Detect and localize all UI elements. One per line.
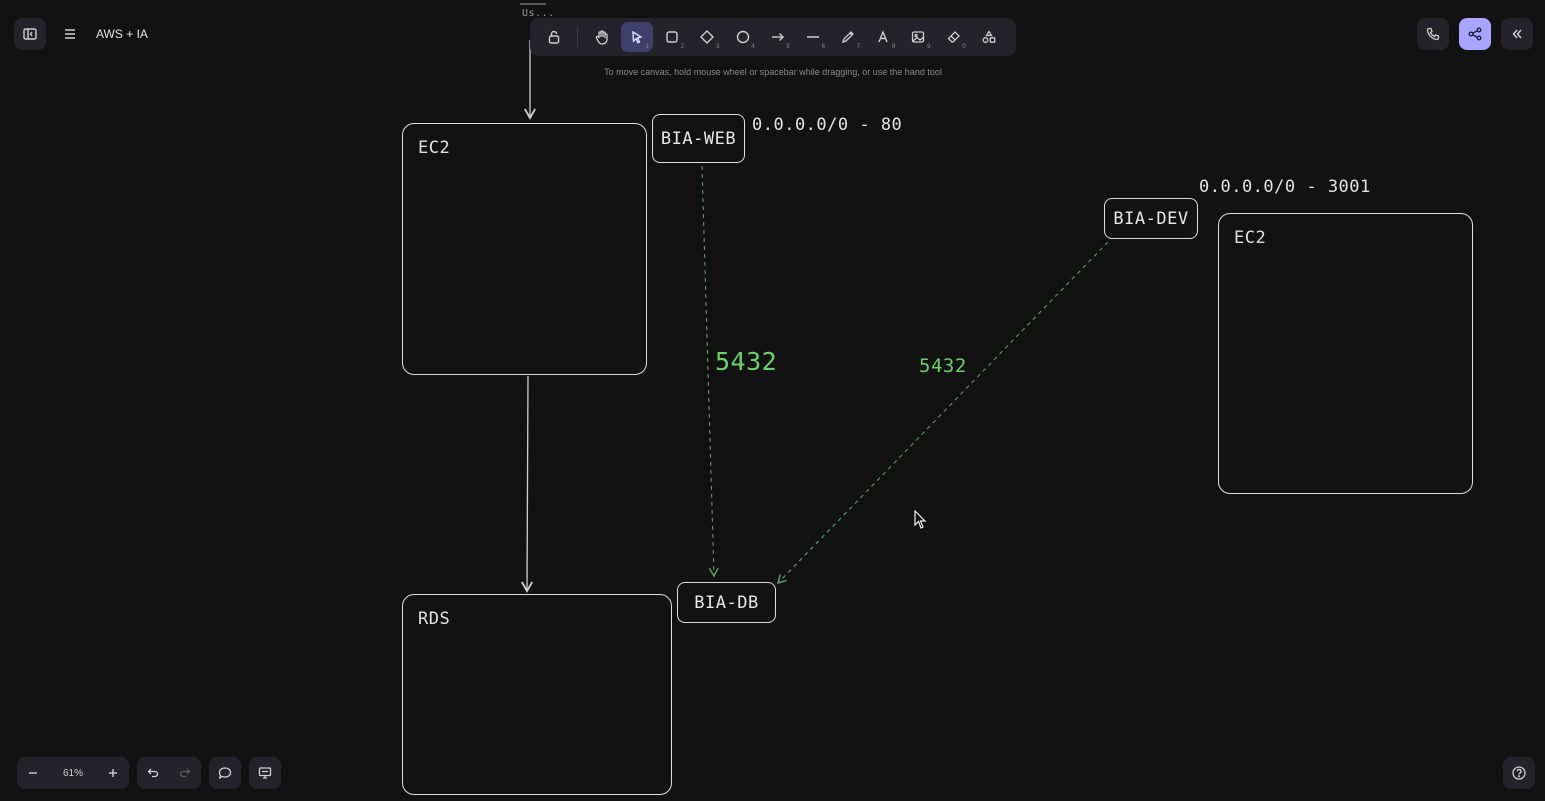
comment-button[interactable] bbox=[209, 757, 241, 789]
rule-web-text[interactable]: 0.0.0.0/0 - 80 bbox=[752, 115, 902, 135]
pencil-icon bbox=[842, 31, 855, 44]
undo-icon bbox=[147, 768, 159, 778]
top-right-controls bbox=[1417, 18, 1533, 50]
presentation-button[interactable] bbox=[249, 757, 281, 789]
canvas-hint: To move canvas, hold mouse wheel or spac… bbox=[604, 67, 942, 77]
chat-bubble-icon bbox=[218, 767, 232, 780]
zoom-controls: 61% bbox=[17, 757, 129, 789]
tool-selection[interactable]: 1 bbox=[620, 22, 653, 52]
document-title[interactable]: AWS + IA bbox=[96, 27, 148, 41]
ec2-right-label: EC2 bbox=[1234, 228, 1267, 248]
tool-ellipse[interactable]: 4 bbox=[727, 22, 759, 52]
tool-library[interactable] bbox=[973, 22, 1005, 52]
redo-icon bbox=[179, 768, 191, 778]
eraser-icon bbox=[947, 31, 960, 43]
tool-pencil[interactable]: 7 bbox=[832, 22, 864, 52]
dashed-arrow-dev-to-db bbox=[776, 241, 1109, 585]
plus-icon bbox=[109, 769, 117, 777]
tool-arrow[interactable]: 5 bbox=[762, 22, 794, 52]
image-icon bbox=[912, 31, 925, 43]
arrow-icon bbox=[771, 33, 784, 41]
undo-button[interactable] bbox=[137, 757, 169, 789]
text-icon bbox=[878, 30, 888, 43]
shapes-library-icon bbox=[982, 30, 996, 43]
presentation-icon bbox=[258, 767, 272, 779]
hand-icon bbox=[595, 30, 608, 45]
main-menu-button[interactable] bbox=[54, 18, 86, 50]
tool-lock[interactable] bbox=[538, 22, 570, 52]
sg-dev-tag[interactable]: BIA-DEV bbox=[1104, 198, 1198, 239]
ec2-right-box[interactable]: EC2 bbox=[1218, 213, 1473, 494]
help-button[interactable] bbox=[1503, 757, 1535, 789]
rds-box[interactable]: RDS bbox=[402, 594, 672, 795]
collapse-panel-button[interactable] bbox=[1501, 18, 1533, 50]
ellipse-icon bbox=[736, 30, 749, 44]
tool-key: 5 bbox=[786, 44, 790, 50]
tool-rectangle[interactable]: 2 bbox=[656, 22, 688, 52]
diamond-icon bbox=[700, 30, 715, 44]
tool-image[interactable]: 9 bbox=[902, 22, 934, 52]
tool-line[interactable]: 6 bbox=[797, 22, 829, 52]
rule-dev-text[interactable]: 0.0.0.0/0 - 3001 bbox=[1199, 177, 1371, 197]
dashed-arrow-web-to-db bbox=[701, 165, 719, 578]
top-left-controls: AWS + IA bbox=[14, 18, 148, 50]
sidebar-toggle-icon bbox=[23, 28, 37, 40]
tool-key: 7 bbox=[856, 44, 861, 50]
port-web-db-text[interactable]: 5432 bbox=[715, 347, 777, 376]
sg-db-tag[interactable]: BIA-DB bbox=[677, 582, 776, 623]
zoom-level[interactable]: 61% bbox=[49, 768, 97, 779]
hamburger-menu-icon bbox=[65, 29, 75, 39]
tool-key: 1 bbox=[645, 44, 649, 50]
tool-key: 8 bbox=[891, 44, 896, 50]
ec2-left-box[interactable]: EC2 bbox=[402, 123, 647, 375]
tool-key: 9 bbox=[927, 44, 931, 50]
share-icon bbox=[1468, 27, 1482, 41]
port-dev-db-text[interactable]: 5432 bbox=[919, 355, 967, 377]
redo-button[interactable] bbox=[169, 757, 201, 789]
history-controls bbox=[137, 757, 201, 789]
bottom-right-controls bbox=[1503, 757, 1535, 789]
drawing-toolbar: 1 2 3 4 5 6 7 8 9 0 bbox=[530, 18, 1016, 56]
arrow-ec2-to-rds bbox=[521, 375, 534, 593]
share-button[interactable] bbox=[1459, 18, 1491, 50]
zoom-out-button[interactable] bbox=[17, 757, 49, 789]
pointer-icon bbox=[632, 30, 643, 44]
sidebar-toggle-button[interactable] bbox=[14, 18, 46, 50]
sg-web-label: BIA-WEB bbox=[660, 128, 737, 149]
tool-key: 3 bbox=[716, 44, 720, 50]
call-button[interactable] bbox=[1417, 18, 1449, 50]
double-chevron-left-icon bbox=[1512, 29, 1522, 39]
line-icon bbox=[806, 36, 819, 38]
whiteboard-canvas[interactable]: Us... EC2 RDS EC2 BIA-WEB BIA-DEV BIA-DB… bbox=[0, 0, 1545, 801]
zoom-in-button[interactable] bbox=[97, 757, 129, 789]
help-icon bbox=[1512, 766, 1526, 780]
tool-key: 0 bbox=[962, 44, 966, 50]
minus-icon bbox=[29, 772, 37, 774]
tool-text[interactable]: 8 bbox=[867, 22, 899, 52]
ec2-left-label: EC2 bbox=[418, 138, 451, 158]
rectangle-icon bbox=[666, 31, 678, 43]
sg-web-tag[interactable]: BIA-WEB bbox=[652, 114, 745, 163]
phone-icon bbox=[1426, 27, 1440, 41]
lock-icon bbox=[548, 30, 559, 44]
sg-dev-label: BIA-DEV bbox=[1113, 208, 1189, 229]
tool-key: 2 bbox=[680, 44, 685, 50]
tool-diamond[interactable]: 3 bbox=[691, 22, 723, 52]
toolbar-divider bbox=[577, 27, 579, 47]
rds-label: RDS bbox=[418, 609, 451, 629]
tool-key: 4 bbox=[751, 44, 755, 50]
tool-hand[interactable] bbox=[586, 22, 618, 52]
bottom-left-controls: 61% bbox=[17, 757, 281, 789]
mouse-cursor-icon bbox=[914, 510, 927, 529]
tool-key: 6 bbox=[821, 44, 825, 50]
tool-eraser[interactable]: 0 bbox=[938, 22, 970, 52]
sg-db-label: BIA-DB bbox=[694, 592, 759, 613]
